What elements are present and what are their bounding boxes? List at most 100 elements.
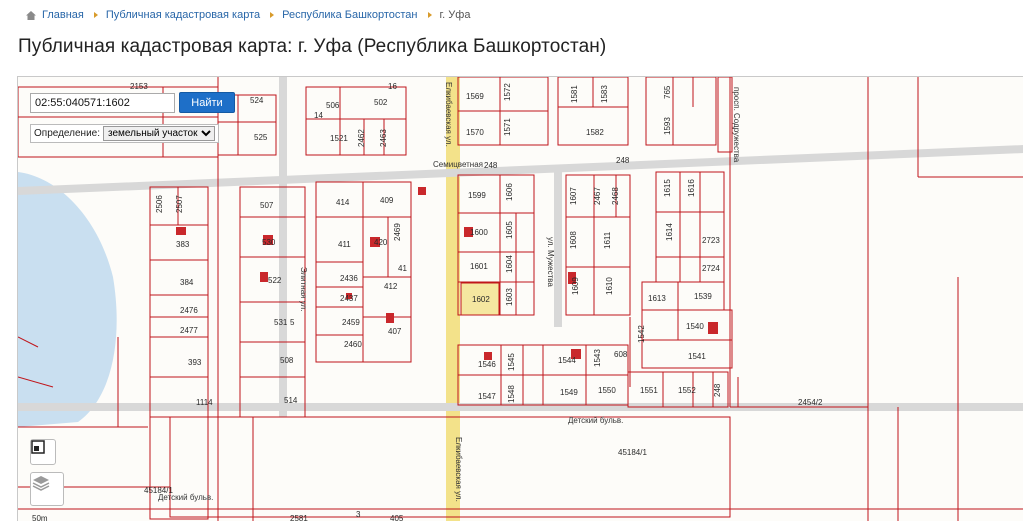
parcel-label: 2581 [290,514,308,521]
parcel-label: 248 [484,161,498,170]
definition-label: Определение: [34,128,101,139]
parcel-label: 1548 [507,385,516,403]
parcel-label: 531 [274,318,288,327]
fullscreen-icon [31,440,45,454]
street-label-elkibaevskaya-top: Елкибаевская ул. [444,82,453,147]
parcel-label: 1547 [478,392,496,401]
parcel-label: 2153 [130,82,148,91]
page-title: Публичная кадастровая карта: г. Уфа (Рес… [18,36,607,57]
breadcrumb-current: г. Уфа [439,9,471,21]
parcel-label: 407 [388,327,402,336]
parcel-label: 2506 [155,195,164,213]
parcel-label: 508 [280,356,294,365]
street-label-elitnaya: Элитная ул. [299,267,308,311]
home-icon[interactable] [26,10,36,20]
parcel-label: 1549 [560,388,578,397]
parcel-label: 608 [614,350,628,359]
parcel-label: 2454/2 [798,398,823,407]
parcel-label: 2724 [702,264,720,273]
parcel-label: 1570 [466,128,484,137]
parcel-label: 1607 [569,187,578,205]
parcel-label: 2507 [175,195,184,213]
parcel-label: 1539 [694,292,712,301]
parcel-label: 3 [356,510,361,519]
fullscreen-button[interactable] [30,439,56,465]
parcel-label: 1609 [571,277,580,295]
parcel-label: 1593 [663,117,672,135]
parcel-label: 1543 [593,349,602,367]
parcel-label: 1604 [505,255,514,273]
parcel-label: 1583 [600,85,609,103]
layers-icon [32,476,50,491]
parcel-label: 2469 [393,223,402,241]
cadastral-search: Найти [30,92,235,113]
parcel-label: 530 [262,238,276,247]
parcel-label: 522 [268,276,282,285]
parcel-label: 384 [180,278,194,287]
parcel-label: 14 [314,111,323,120]
parcel-label: 1581 [570,85,579,103]
street-label-elkibaevskaya-bottom: Елкибаевская ул. [454,437,463,502]
parcel-label: 248 [713,383,722,397]
parcel-label: 1572 [503,83,512,101]
parcel-label: 1615 [663,179,672,197]
parcel-label: 2459 [342,318,360,327]
parcel-label: 506 [326,101,340,110]
parcel-label: 1521 [330,134,348,143]
street-label-detskiy-1: Детский бульв. [568,416,623,425]
parcel-labels: 2153 524 506 502 16 14 1521 2462 2463 52… [32,82,823,521]
definition-selector: Определение: земельный участок [30,124,220,143]
parcel-label: 383 [176,240,190,249]
layers-button[interactable] [30,472,64,506]
definition-select[interactable]: земельный участок [103,126,216,141]
parcel-label: 1550 [598,386,616,395]
parcel-label: 2436 [340,274,358,283]
cadastral-number-input[interactable] [30,92,175,113]
map-canvas[interactable]: Семицветная Элитная ул. Елкибаевская ул.… [18,77,1023,521]
parcel-label: 1571 [503,118,512,136]
parcel-label: 248 [616,156,630,165]
parcel-label: 1611 [603,231,612,249]
parcel-label: 1613 [648,294,666,303]
find-button[interactable]: Найти [179,92,235,113]
parcel-label: 1608 [569,231,578,249]
breadcrumb-region[interactable]: Республика Башкортостан [282,9,417,21]
parcel-label: 524 [250,96,264,105]
parcel-label: 1614 [665,223,674,241]
parcel-label: 1114 [196,398,213,407]
parcel-label: 411 [338,240,351,249]
breadcrumb-public-map[interactable]: Публичная кадастровая карта [106,9,260,21]
breadcrumb-separator-icon [93,12,98,18]
parcel-label: 1542 [637,325,646,343]
parcel-label: 1603 [505,288,514,306]
parcel-label: 1552 [678,386,696,395]
parcel-label: 1601 [470,262,488,271]
parcel-label: 1582 [586,128,604,137]
parcel-label: 2723 [702,236,720,245]
breadcrumb-home[interactable]: Главная [42,9,84,21]
street-label-muzhestva: ул. Мужества [546,237,555,287]
parcel-label: 1541 [688,352,706,361]
parcel-label: 409 [380,196,394,205]
parcel-label: 5 [290,318,295,327]
parcel-label: 2463 [379,129,388,147]
cadastral-map[interactable]: Семицветная Элитная ул. Елкибаевская ул.… [17,76,1023,521]
parcel-label: 2437 [340,294,358,303]
parcel-label: 41 [398,264,407,273]
breadcrumb: Главная Публичная кадастровая карта Респ… [26,9,470,21]
parcel-label: 1610 [605,277,614,295]
parcel-label: 1546 [478,360,496,369]
parcel-label: 1600 [470,228,488,237]
parcel-label: 502 [374,98,388,107]
street-label-sodruzhestva: просп. Содружества [732,87,741,163]
parcel-label: 1544 [558,356,576,365]
parcel-label: 2476 [180,306,198,315]
parcel-label: 2460 [344,340,362,349]
parcel-label: 405 [390,514,404,521]
parcel-label: 412 [384,282,398,291]
parcel-label: 2467 [593,187,602,205]
parcel-label: 1599 [468,191,486,200]
street-label-semitsvetnaya: Семицветная [433,160,483,169]
parcel-label: 2477 [180,326,198,335]
water-area [18,172,117,427]
